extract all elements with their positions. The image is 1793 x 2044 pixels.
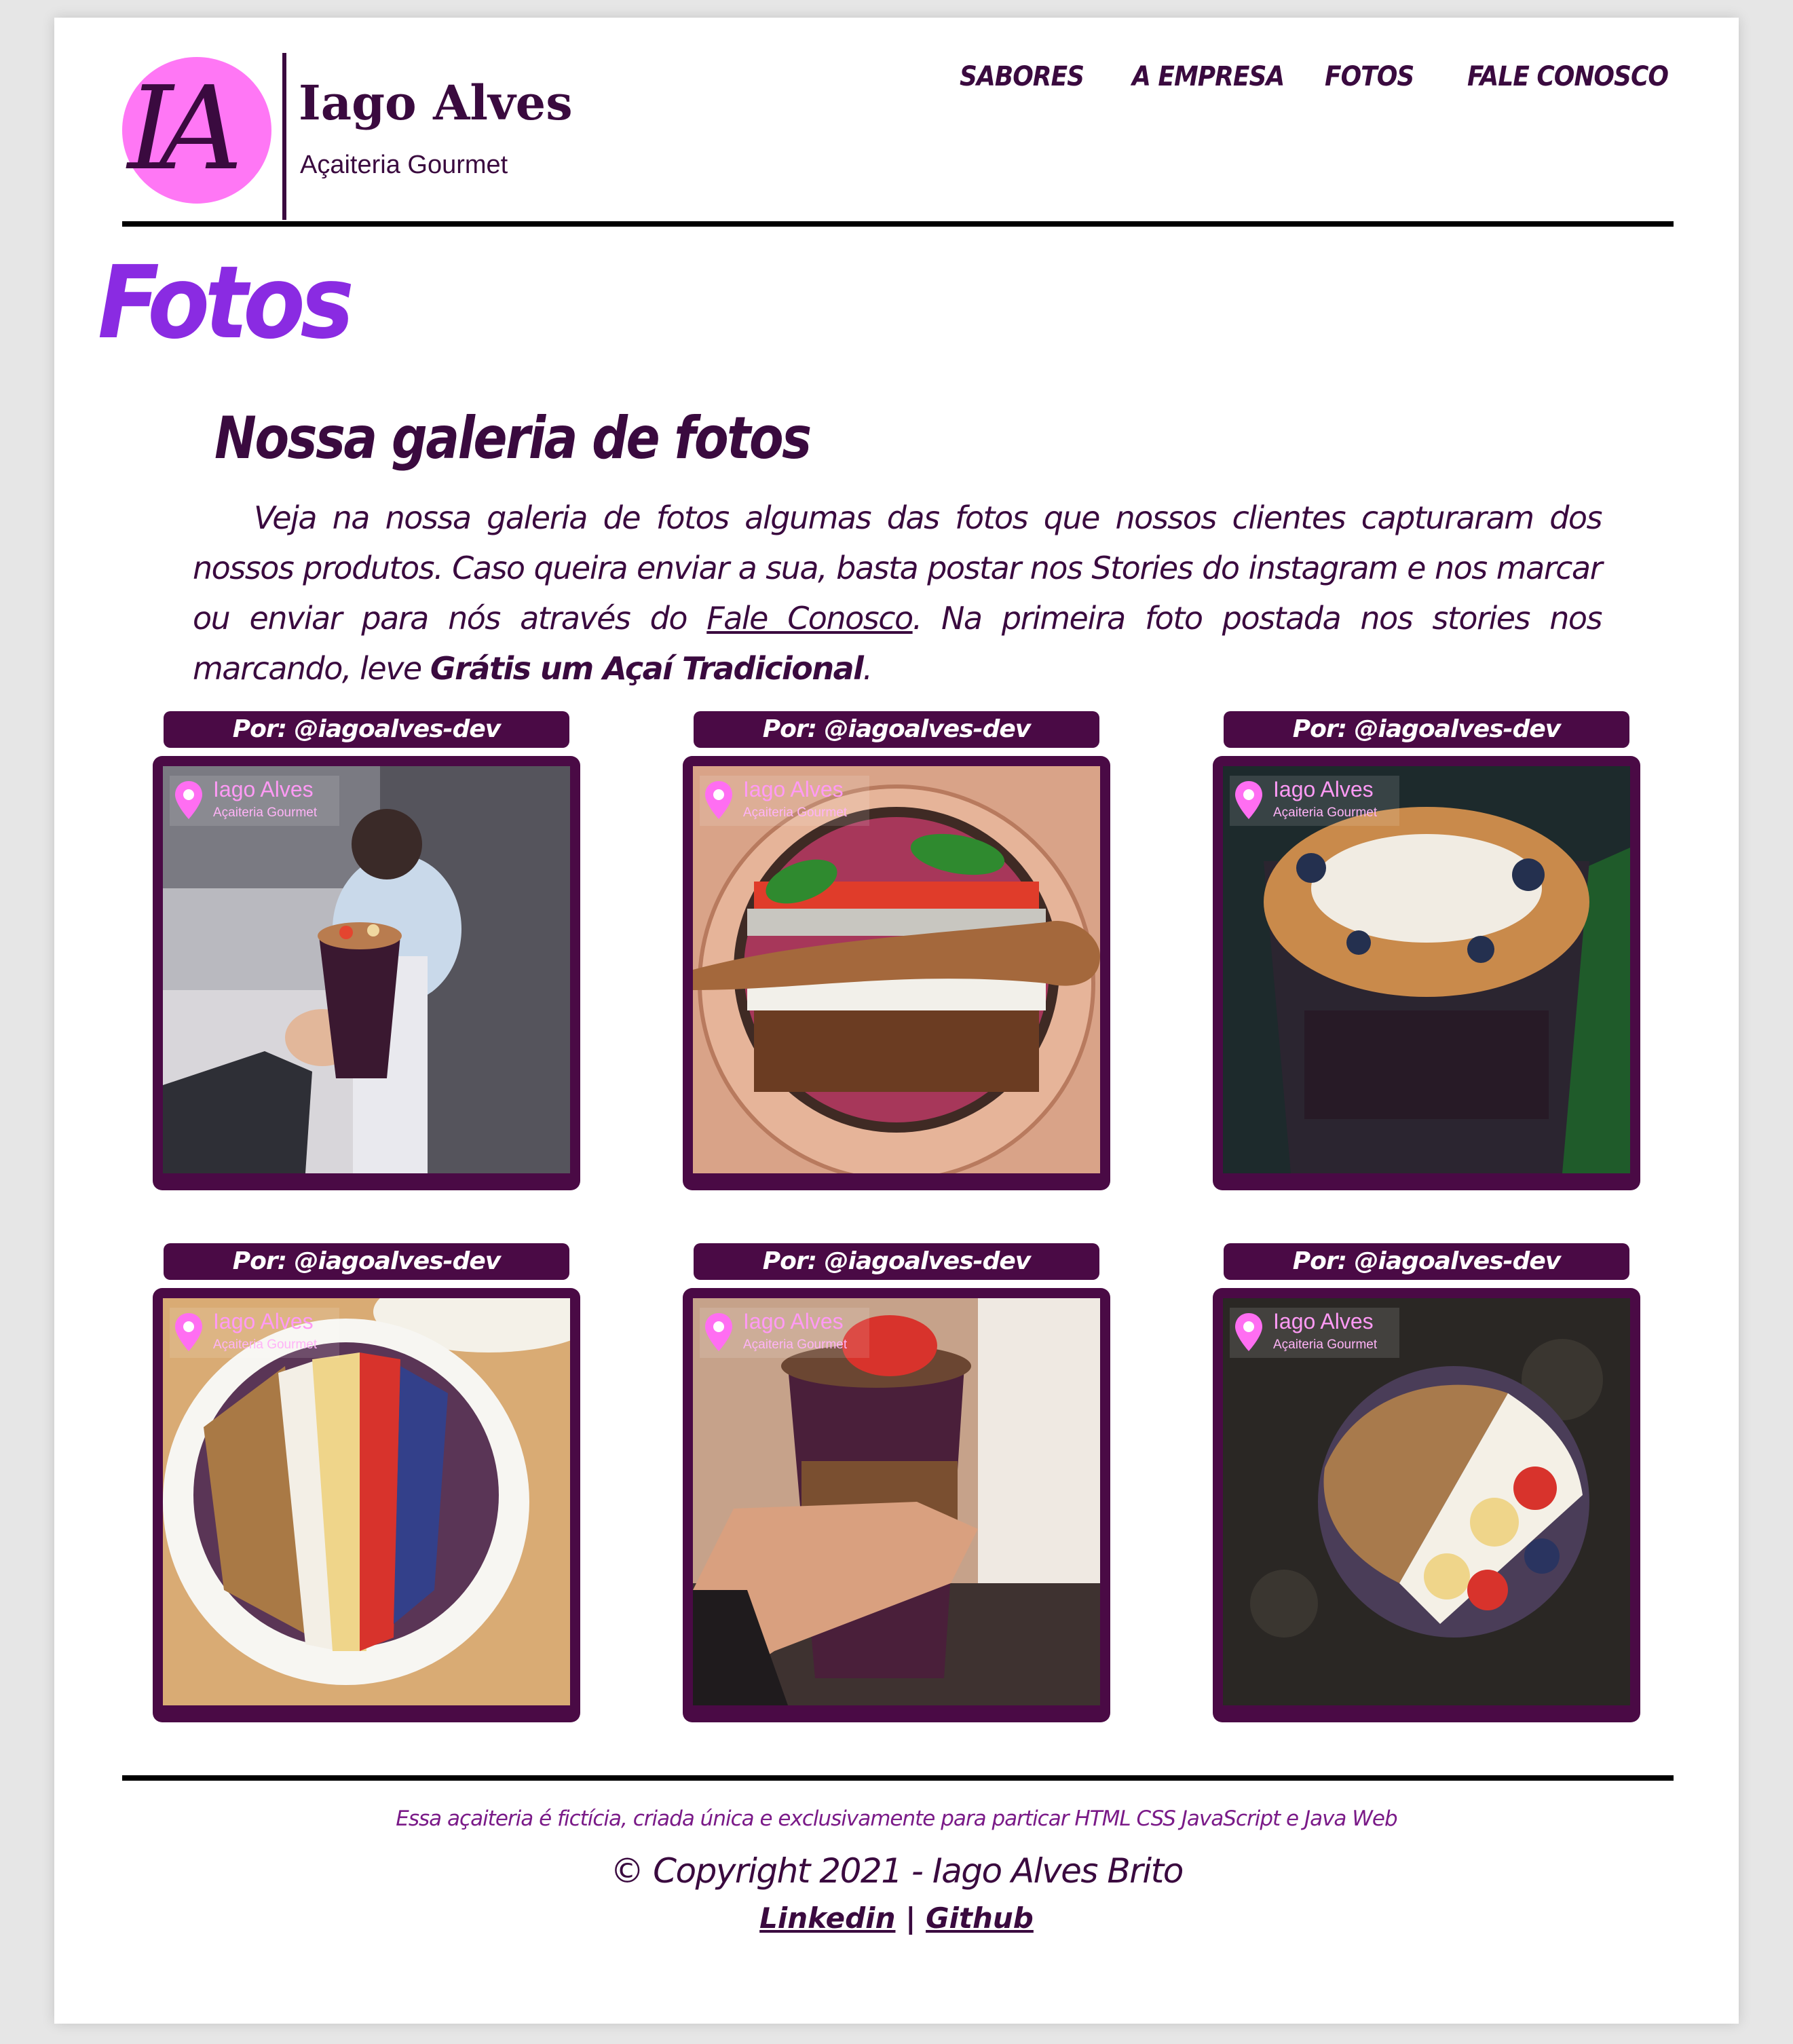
- brand-tagline: Açaiteria Gourmet: [300, 151, 508, 179]
- watermark-name: Iago Alves: [743, 1309, 844, 1333]
- gallery-card: Por: @iagoalves-dev Iago Alves Açaiteria…: [153, 1243, 580, 1739]
- footer-copyright: © Copyright 2021 - Iago Alves Brito: [610, 1851, 1184, 1891]
- gallery-card: Por: @iagoalves-dev Iago Alves Açaiteria…: [683, 1243, 1110, 1739]
- page-title: Fotos: [98, 244, 354, 361]
- gallery-card: Por: @iagoalves-dev Iago Alves Açaiteria…: [683, 711, 1110, 1207]
- photo-frame: Iago Alves Açaiteria Gourmet: [683, 756, 1110, 1190]
- photo-watermark: Iago Alves Açaiteria Gourmet: [170, 776, 339, 826]
- location-pin-icon: [705, 1313, 732, 1351]
- photo-watermark: Iago Alves Açaiteria Gourmet: [700, 776, 869, 826]
- gallery-intro: Veja na nossa galeria de fotos algumas d…: [193, 493, 1603, 694]
- watermark-sub: Açaiteria Gourmet: [213, 806, 318, 820]
- linkedin-link[interactable]: Linkedin: [759, 1901, 895, 1935]
- nav-link-fale-conosco[interactable]: FALE CONOSCO: [1467, 61, 1669, 92]
- gallery-photo[interactable]: Iago Alves Açaiteria Gourmet: [163, 766, 570, 1173]
- github-link[interactable]: Github: [926, 1901, 1034, 1935]
- acai-bowl-dark-granola-icon: [1223, 1298, 1630, 1705]
- intro-bold-offer: Grátis um Açaí Tradicional: [430, 650, 864, 687]
- watermark-sub: Açaiteria Gourmet: [1273, 806, 1378, 820]
- gallery-photo[interactable]: Iago Alves Açaiteria Gourmet: [1223, 1298, 1630, 1705]
- watermark-name: Iago Alves: [213, 1309, 314, 1333]
- photo-frame: Iago Alves Açaiteria Gourmet: [683, 1288, 1110, 1722]
- photo-watermark: Iago Alves Açaiteria Gourmet: [700, 1308, 869, 1358]
- gallery-card: Por: @iagoalves-dev Iago Alves Açaiteria…: [1213, 711, 1640, 1207]
- location-pin-icon: [705, 781, 732, 819]
- watermark-name: Iago Alves: [1273, 777, 1374, 801]
- location-pin-icon: [175, 1313, 202, 1351]
- footer-disclaimer: Essa açaiteria é fictícia, criada única …: [396, 1806, 1397, 1831]
- photo-credit: Por: @iagoalves-dev: [164, 1243, 569, 1280]
- gallery-photo[interactable]: Iago Alves Açaiteria Gourmet: [693, 1298, 1100, 1705]
- nav-link-a-empresa[interactable]: A EMPRESA: [1132, 61, 1285, 92]
- gallery-heading: Nossa galeria de fotos: [214, 404, 812, 472]
- header-divider: [122, 221, 1674, 227]
- photo-frame: Iago Alves Açaiteria Gourmet: [153, 756, 580, 1190]
- photo-credit: Por: @iagoalves-dev: [1224, 711, 1629, 748]
- watermark-name: Iago Alves: [743, 777, 844, 801]
- photo-watermark: Iago Alves Açaiteria Gourmet: [1230, 776, 1399, 826]
- nav-link-fotos[interactable]: FOTOS: [1325, 61, 1414, 92]
- nav-link-sabores[interactable]: SABORES: [960, 61, 1084, 92]
- photo-credit: Por: @iagoalves-dev: [694, 711, 1099, 748]
- location-pin-icon: [1235, 781, 1262, 819]
- gallery-photo[interactable]: Iago Alves Açaiteria Gourmet: [163, 1298, 570, 1705]
- gallery-card: Por: @iagoalves-dev Iago Alves Açaiteria…: [153, 711, 580, 1207]
- gallery-photo[interactable]: Iago Alves Açaiteria Gourmet: [693, 766, 1100, 1173]
- acai-cup-strawberry-hand-icon: [693, 1298, 1100, 1705]
- intro-end: .: [863, 650, 873, 687]
- photo-credit: Por: @iagoalves-dev: [1224, 1243, 1629, 1280]
- gallery-photo[interactable]: Iago Alves Açaiteria Gourmet: [1223, 766, 1630, 1173]
- location-pin-icon: [1235, 1313, 1262, 1351]
- photo-watermark: Iago Alves Açaiteria Gourmet: [1230, 1308, 1399, 1358]
- page: IA Iago Alves Açaiteria Gourmet SABORES …: [54, 18, 1739, 2024]
- watermark-sub: Açaiteria Gourmet: [1273, 1338, 1378, 1352]
- fale-conosco-link[interactable]: Fale Conosco: [706, 600, 913, 637]
- main-nav: SABORES A EMPRESA FOTOS FALE CONOSCO: [54, 61, 1739, 102]
- watermark-sub: Açaiteria Gourmet: [743, 806, 848, 820]
- watermark-name: Iago Alves: [1273, 1309, 1374, 1333]
- photo-credit: Por: @iagoalves-dev: [694, 1243, 1099, 1280]
- watermark-name: Iago Alves: [213, 777, 314, 801]
- location-pin-icon: [175, 781, 202, 819]
- acai-bowl-wooden-spoon-icon: [693, 766, 1100, 1173]
- footer-divider: [122, 1775, 1674, 1781]
- watermark-sub: Açaiteria Gourmet: [743, 1338, 848, 1352]
- photo-frame: Iago Alves Açaiteria Gourmet: [1213, 756, 1640, 1190]
- photo-credit: Por: @iagoalves-dev: [164, 711, 569, 748]
- watermark-sub: Açaiteria Gourmet: [213, 1338, 318, 1352]
- acai-cup-coconut-blueberry-icon: [1223, 766, 1630, 1173]
- footer-links: Linkedin | Github: [54, 1901, 1739, 1935]
- photo-frame: Iago Alves Açaiteria Gourmet: [153, 1288, 580, 1722]
- photo-watermark: Iago Alves Açaiteria Gourmet: [170, 1308, 339, 1358]
- acai-cup-in-hand-street-icon: [163, 766, 570, 1173]
- footer-link-separator: |: [905, 1901, 916, 1935]
- gallery-card: Por: @iagoalves-dev Iago Alves Açaiteria…: [1213, 1243, 1640, 1739]
- photo-frame: Iago Alves Açaiteria Gourmet: [1213, 1288, 1640, 1722]
- acai-bowl-banana-strawberry-icon: [163, 1298, 570, 1705]
